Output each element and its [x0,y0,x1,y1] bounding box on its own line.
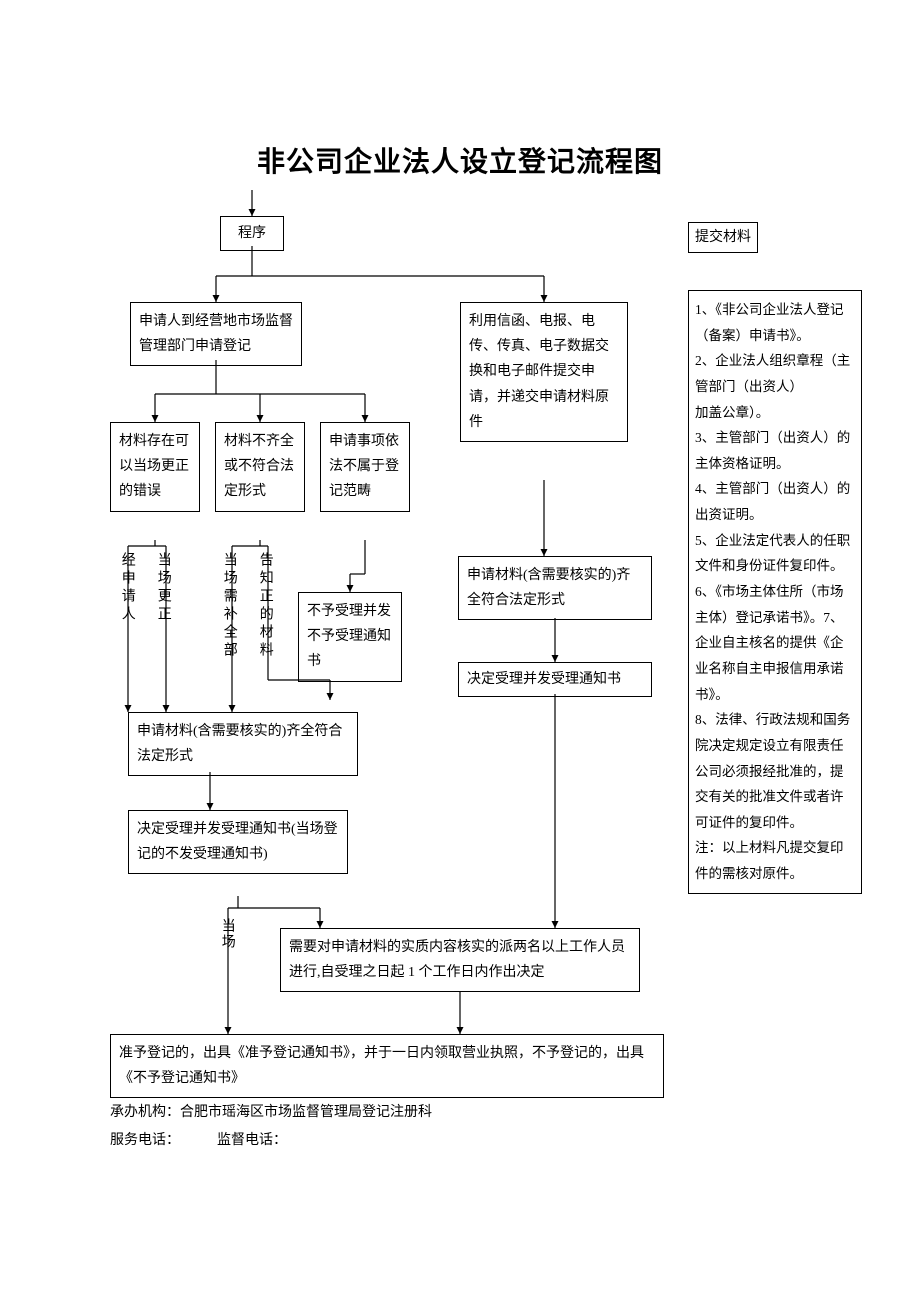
node-verify: 需要对申请材料的实质内容核实的派两名以上工作人员进行,自受理之日起 1 个工作日… [280,928,640,992]
node-accept-right-text: 决定受理并发受理通知书 [467,672,621,687]
node-mat-err-text: 材料存在可以当场更正的错误 [119,434,189,499]
materials-header: 提交材料 [688,222,758,253]
path-a: 经申请人 [118,552,135,624]
node-final: 准予登记的，出具《准予登记通知书》，并于一日内领取营业执照，不予登记的，出具《不… [110,1034,664,1098]
footer-phones: 服务电话： 监督电话： [110,1130,287,1152]
node-not-in-scope: 申请事项依法不属于登记范畴 [320,422,410,512]
node-verify-text: 需要对申请材料的实质内容核实的派两名以上工作人员进行,自受理之日起 1 个工作日… [289,940,625,980]
node-accept-left: 决定受理并发受理通知书(当场登记的不发受理通知书) [128,810,348,874]
node-start: 程序 [220,216,284,251]
node-apply-remote-text: 利用信函、电报、电传、传真、电子数据交换和电子邮件提交申请，并递交申请材料原件 [469,314,609,430]
path-c: 当场需补全部 [220,552,237,660]
doc-title: 非公司企业法人设立登记流程图 [0,140,920,185]
supervise-phone-label: 监督电话： [217,1133,287,1148]
node-mat-err: 材料存在可以当场更正的错误 [110,422,200,512]
node-complete-right: 申请材料(含需要核实的)齐全符合法定形式 [458,556,652,620]
node-mat-incomplete-text: 材料不齐全或不符合法定形式 [224,434,294,499]
node-complete-right-text: 申请材料(含需要核实的)齐全符合法定形式 [467,568,630,608]
node-not-in-scope-text: 申请事项依法不属于登记范畴 [329,434,399,499]
path-d: 告知正的材料 [256,552,273,660]
materials-body: 1、《非公司企业法人登记（备案）申请书》。 2、企业法人组织章程（主管部门（出资… [688,290,862,894]
node-accept-left-text: 决定受理并发受理通知书(当场登记的不发受理通知书) [137,822,338,862]
path-b: 当场更正 [154,552,171,624]
node-complete-left-text: 申请材料(含需要核实的)齐全符合法定形式 [137,724,342,764]
footer-org: 承办机构：合肥市瑶海区市场监督管理局登记注册科 [110,1102,432,1124]
service-phone-label: 服务电话： [110,1133,180,1148]
node-mat-incomplete: 材料不齐全或不符合法定形式 [215,422,305,512]
node-apply-remote: 利用信函、电报、电传、传真、电子数据交换和电子邮件提交申请，并递交申请材料原件 [460,302,628,442]
node-start-text: 程序 [238,226,266,241]
materials-body-text: 1、《非公司企业法人登记（备案）申请书》。 2、企业法人组织章程（主管部门（出资… [695,302,850,881]
page-root: 非公司企业法人设立登记流程图 程序 申请人到经营地市场监督管理部门申请登记 利用… [0,0,920,1301]
path-onspot: 当场 [218,918,235,950]
node-reject: 不予受理并发不予受理通知书 [298,592,402,682]
node-apply-onsite-text: 申请人到经营地市场监督管理部门申请登记 [139,314,293,354]
node-complete-left: 申请材料(含需要核实的)齐全符合法定形式 [128,712,358,776]
materials-header-text: 提交材料 [695,230,751,245]
node-apply-onsite: 申请人到经营地市场监督管理部门申请登记 [130,302,302,366]
node-reject-text: 不予受理并发不予受理通知书 [307,604,391,669]
node-final-text: 准予登记的，出具《准予登记通知书》，并于一日内领取营业执照，不予登记的，出具《不… [119,1046,644,1086]
node-accept-right: 决定受理并发受理通知书 [458,662,652,697]
